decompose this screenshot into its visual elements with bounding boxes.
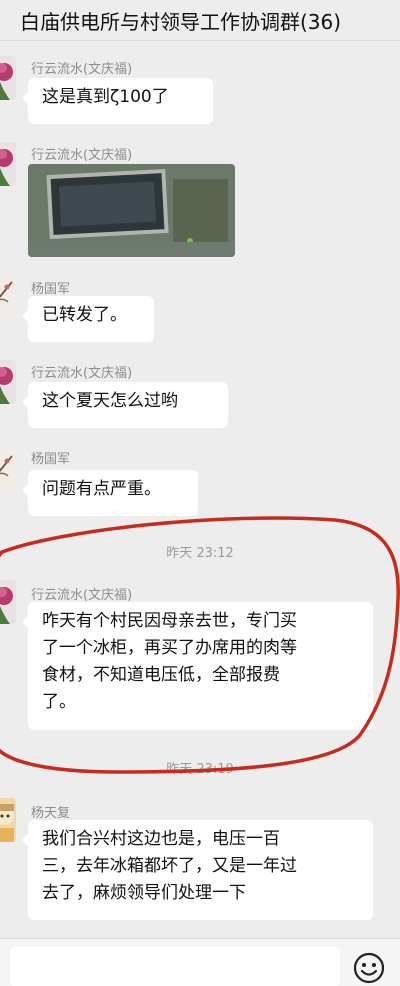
message-line: 了。	[42, 692, 76, 712]
sender-name: 行云流水(文庆福)	[31, 62, 133, 77]
message-text: 这个夏天怎么过哟	[42, 391, 178, 411]
message-line: 食材，不知道电压低，全部报费	[42, 665, 280, 685]
message-bubble[interactable]: 这个夏天怎么过哟	[22, 382, 228, 428]
sender-name: 杨天复	[31, 806, 71, 821]
message-bubble[interactable]: 咋天有个村民因母亲去世，专门买 了一个冰柜，再买了办席用的肉等 食材，不知道电压…	[22, 602, 373, 730]
image-message[interactable]	[28, 164, 235, 257]
timestamp: 昨天 23:12	[166, 546, 234, 561]
ink-painting-avatar-icon	[0, 274, 16, 318]
ink-painting-avatar-icon	[0, 448, 16, 492]
message-line: 去了，麻烦领导们处理一下	[42, 883, 246, 903]
message-line: 咋天有个村民因母亲去世，专门买	[42, 611, 297, 631]
message-line: 了一个冰柜，再买了办席用的肉等	[42, 638, 297, 658]
message-text: 这是真到ζ100了	[42, 87, 169, 107]
message-bubble[interactable]: 已转发了。	[22, 296, 154, 342]
message-input[interactable]	[10, 947, 340, 986]
avatar-wenqingfu[interactable]	[0, 142, 16, 186]
flower-avatar-icon	[0, 56, 16, 100]
message-text: 问题有点严重。	[42, 479, 161, 499]
sender-name: 杨国军	[31, 282, 71, 297]
message-line: 我们合兴村这边也是，电压一百	[42, 829, 280, 849]
avatar-yangguojun[interactable]	[0, 448, 16, 492]
cartoon-avatar-icon	[0, 798, 16, 842]
sender-name: 行云流水(文庆福)	[31, 366, 133, 381]
device-photo-icon	[28, 164, 235, 257]
avatar-wenqingfu[interactable]	[0, 580, 16, 624]
sender-name: 杨国军	[31, 452, 71, 467]
flower-avatar-icon	[0, 142, 16, 186]
chat-header: 白庙供电所与村领导工作协调群(36)	[0, 0, 400, 41]
message-bubble[interactable]: 这是真到ζ100了	[22, 78, 213, 124]
sender-name: 行云流水(文庆福)	[31, 148, 133, 163]
avatar-yangguojun[interactable]	[0, 274, 16, 318]
chat-input-bar	[0, 938, 400, 986]
smile-emoji-icon[interactable]	[352, 951, 386, 985]
avatar-wenqingfu[interactable]	[0, 56, 16, 100]
avatar-yangtianfu[interactable]	[0, 798, 16, 842]
flower-avatar-icon	[0, 360, 16, 404]
message-bubble[interactable]: 问题有点严重。	[22, 470, 198, 516]
timestamp: 昨天 23:19	[166, 762, 234, 777]
flower-avatar-icon	[0, 580, 16, 624]
group-title: 白庙供电所与村领导工作协调群(36)	[20, 10, 342, 34]
avatar-wenqingfu[interactable]	[0, 360, 16, 404]
message-line: 三，去年冰箱都坏了，又是一年过	[42, 856, 297, 876]
message-text: 已转发了。	[42, 305, 127, 325]
message-bubble[interactable]: 我们合兴村这边也是，电压一百 三，去年冰箱都坏了，又是一年过 去了，麻烦领导们处…	[22, 820, 373, 920]
sender-name: 行云流水(文庆福)	[31, 588, 133, 603]
